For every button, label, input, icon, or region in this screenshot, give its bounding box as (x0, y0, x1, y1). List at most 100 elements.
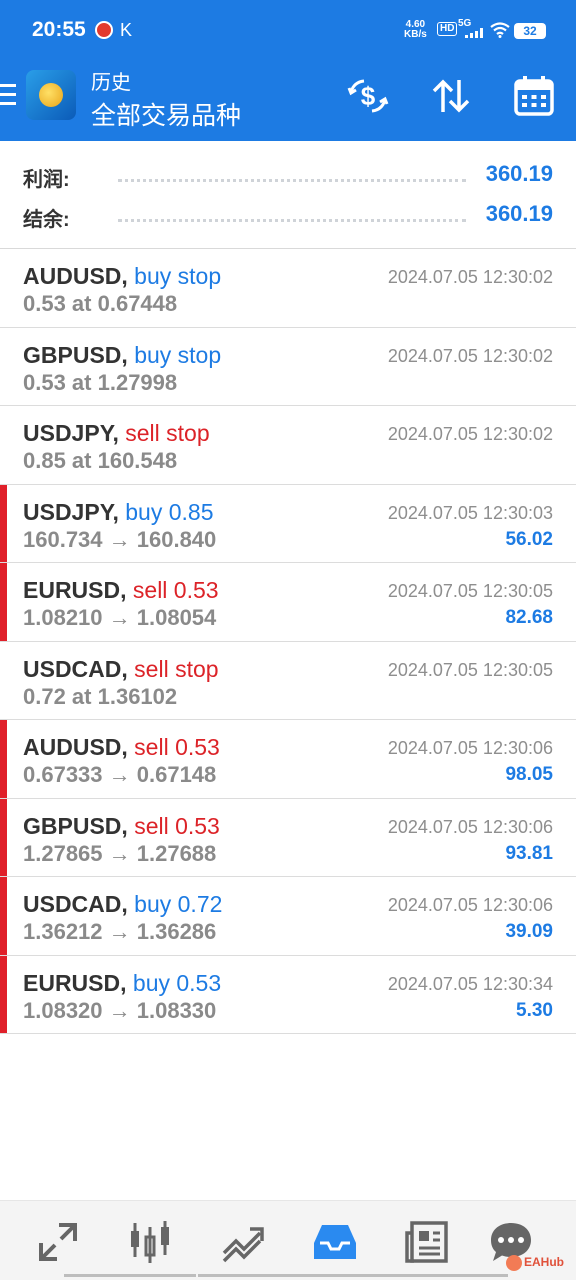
app-header: 20:55 K 4.60 KB/s HD 5G 32 历史 全部交易品种 $ (0, 0, 576, 141)
closed-position-marker (0, 563, 7, 641)
trade-row[interactable]: GBPUSD, buy stop 0.53 at 1.27998 2024.07.0… (0, 328, 576, 406)
closed-position-marker (0, 484, 7, 562)
trade-time: 2024.07.05 12:30:06 (387, 816, 553, 837)
trade-symbol: USDCAD, (23, 655, 128, 682)
trade-row[interactable]: AUDUSD, sell 0.53 0.67333 → 0.67148 2024.0… (0, 720, 576, 799)
trade-time: 2024.07.05 12:30:06 (387, 895, 553, 915)
network-speed: 4.60 KB/s (404, 19, 427, 40)
trade-detail: 1.08210 → 1.08054 (23, 605, 217, 630)
trade-action: buy 0.53 (132, 969, 222, 996)
trade-time: 2024.07.05 12:30:06 (387, 738, 553, 758)
trade-action: sell 0.53 (132, 577, 219, 603)
trade-time: 2024.07.05 12:30:34 (387, 973, 553, 994)
chart-icon[interactable] (127, 1219, 173, 1265)
symbol-filter[interactable]: 全部交易品种 (91, 96, 241, 132)
trade-symbol: USDJPY, (23, 498, 119, 525)
trade-title: AUDUSD, sell 0.53 (23, 734, 220, 761)
trade-title: GBPUSD, buy stop (23, 342, 221, 369)
trade-detail: 0.53 at 1.27998 (23, 369, 178, 395)
trade-symbol: GBPUSD, (23, 812, 128, 839)
battery-icon: 32 (514, 23, 546, 39)
trade-symbol: EURUSD, (23, 577, 127, 603)
trade-detail: 0.72 at 1.36102 (23, 683, 178, 709)
dotted-leader (118, 219, 466, 222)
trade-profit: 82.68 (505, 607, 553, 628)
app-logo (26, 70, 76, 120)
trade-row[interactable]: GBPUSD, sell 0.53 1.27865 → 1.27688 2024.0… (0, 798, 576, 877)
trade-title: EURUSD, sell 0.53 (23, 577, 219, 604)
trade-row[interactable]: EURUSD, buy 0.53 1.08320 → 1.08330 2024.07… (0, 955, 576, 1034)
notification-app-icon (95, 21, 113, 39)
trade-time: 2024.07.05 12:30:02 (387, 267, 553, 287)
sort-icon[interactable] (429, 74, 473, 118)
trade-profit: 93.81 (505, 842, 553, 864)
trade-action: sell 0.53 (134, 812, 220, 839)
trade-action: sell stop (125, 420, 210, 446)
trade-title: AUDUSD, buy stop (23, 263, 221, 290)
news-icon[interactable] (404, 1219, 450, 1265)
wifi-icon (490, 22, 510, 38)
status-time: 20:55 (32, 18, 86, 41)
trade-profit: 56.02 (505, 528, 553, 550)
trade-detail: 1.27865 → 1.27688 (23, 840, 217, 866)
trade-action: buy stop (134, 263, 222, 289)
hd-icon: HD (437, 22, 458, 36)
trade-action: sell stop (134, 655, 219, 682)
nav-gesture-line (198, 1274, 508, 1277)
trade-row[interactable]: USDCAD, sell stop 0.72 at 1.36102 2024.07.… (0, 642, 576, 720)
signal-bars-icon (465, 28, 485, 38)
profit-label: 利润: (23, 169, 70, 191)
trade-detail: 0.53 at 0.67448 (23, 291, 178, 316)
profit-value: 360.19 (485, 161, 553, 186)
trade-action: buy 0.72 (134, 891, 223, 917)
trade-action: buy 0.85 (125, 498, 214, 525)
trade-detail: 1.36212 → 1.36286 (23, 919, 217, 944)
trade-title: EURUSD, buy 0.53 (23, 970, 221, 997)
trade-symbol: AUDUSD, (23, 734, 128, 760)
trade-title: GBPUSD, sell 0.53 (23, 813, 220, 840)
trade-time: 2024.07.05 12:30:05 (387, 659, 553, 680)
trade-row[interactable]: EURUSD, sell 0.53 1.08210 → 1.08054 2024.0… (0, 563, 576, 642)
trade-action: buy stop (134, 341, 222, 368)
closed-position-marker (0, 955, 7, 1033)
calendar-icon[interactable] (512, 74, 556, 118)
closed-position-marker (0, 798, 7, 876)
status-bar: 20:55 K 4.60 KB/s HD 5G 32 (0, 0, 576, 60)
page-title: 历史 (91, 72, 131, 94)
trade-row[interactable]: USDCAD, buy 0.72 1.36212 → 1.36286 2024.07… (0, 877, 576, 956)
balance-row: 结余: 360.19 (0, 195, 576, 235)
trade-row[interactable]: USDJPY, buy 0.85 160.734 → 160.840 2024.07… (0, 484, 576, 563)
trade-time: 2024.07.05 12:30:02 (387, 345, 553, 366)
profit-row: 利润: 360.19 (0, 155, 576, 195)
trade-title: USDJPY, sell stop (23, 420, 210, 447)
trade-title: USDCAD, sell stop (23, 656, 219, 683)
trade-time: 2024.07.05 12:30:03 (387, 502, 553, 523)
quotes-icon[interactable] (35, 1219, 81, 1265)
history-list: AUDUSD, buy stop 0.53 at 0.67448 2024.07.0… (0, 249, 576, 1034)
trade-time: 2024.07.05 12:30:02 (387, 424, 553, 444)
trade-row[interactable]: AUDUSD, buy stop 0.53 at 0.67448 2024.07.0… (0, 249, 576, 328)
notification-k-icon: K (120, 20, 133, 40)
trade-detail: 1.08320 → 1.08330 (23, 997, 217, 1023)
trade-row[interactable]: USDJPY, sell stop 0.85 at 160.548 2024.07.… (0, 406, 576, 485)
nav-gesture-line (64, 1274, 196, 1277)
trade-profit: 5.30 (516, 999, 553, 1021)
menu-icon[interactable] (0, 84, 16, 108)
trade-title: USDCAD, buy 0.72 (23, 891, 222, 918)
svg-text:$: $ (361, 81, 376, 111)
trade-time: 2024.07.05 12:30:05 (387, 581, 553, 601)
dotted-leader (118, 179, 466, 182)
eahub-logo-icon (506, 1255, 522, 1271)
trade-symbol: USDCAD, (23, 891, 128, 917)
trade-detail: 160.734 → 160.840 (23, 526, 217, 552)
dollar-refresh-icon[interactable]: $ (346, 74, 390, 118)
summary-panel: 利润: 360.19 结余: 360.19 (0, 141, 576, 249)
history-icon[interactable] (312, 1219, 358, 1265)
trade-profit: 98.05 (505, 764, 553, 785)
trade-symbol: USDJPY, (23, 420, 119, 446)
closed-position-marker (0, 720, 7, 798)
trade-action: sell 0.53 (134, 734, 220, 760)
closed-position-marker (0, 877, 7, 955)
trade-symbol: AUDUSD, (23, 263, 128, 289)
trade-icon[interactable] (220, 1219, 266, 1265)
